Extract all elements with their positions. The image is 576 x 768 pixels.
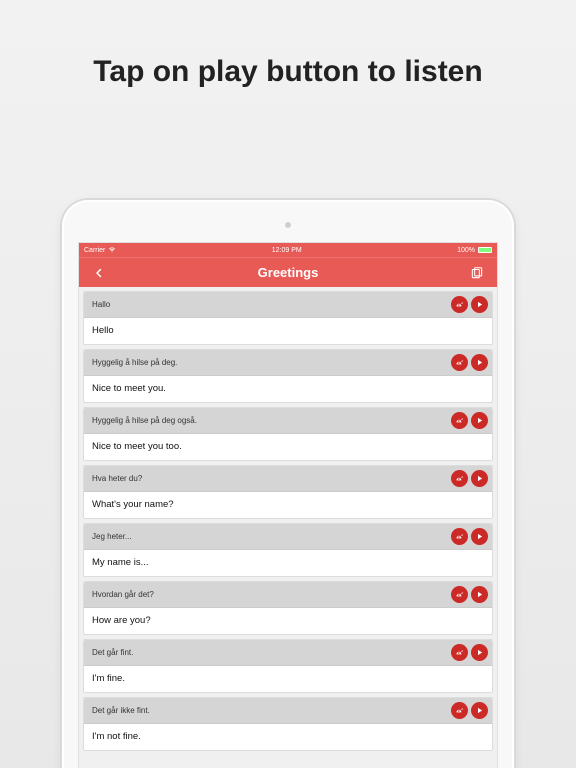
slow-play-button[interactable] xyxy=(451,528,468,545)
snail-icon xyxy=(455,300,464,309)
phrase-source-text: Hallo xyxy=(92,300,110,309)
phrase-card: Det går ikke fint. I'm not fine. xyxy=(83,697,493,751)
phrase-source-text: Det går ikke fint. xyxy=(92,706,150,715)
phrase-source-row: Hva heter du? xyxy=(84,466,492,492)
phrase-actions xyxy=(451,644,488,661)
play-icon xyxy=(475,474,484,483)
play-button[interactable] xyxy=(471,528,488,545)
phrase-actions xyxy=(451,354,488,371)
phrase-source-row: Hvordan går det? xyxy=(84,582,492,608)
phrase-translation-text: My name is... xyxy=(84,550,492,576)
play-icon xyxy=(475,590,484,599)
play-button[interactable] xyxy=(471,644,488,661)
phrase-actions xyxy=(451,702,488,719)
phrase-source-row: Det går fint. xyxy=(84,640,492,666)
tablet-screen: Carrier 12:09 PM 100% xyxy=(78,242,498,768)
phrase-actions xyxy=(451,412,488,429)
phrase-source-row: Hyggelig å hilse på deg også. xyxy=(84,408,492,434)
phrase-translation-text: I'm fine. xyxy=(84,666,492,692)
phrase-translation-text: Hello xyxy=(84,318,492,344)
play-icon xyxy=(475,358,484,367)
slow-play-button[interactable] xyxy=(451,470,468,487)
slow-play-button[interactable] xyxy=(451,354,468,371)
phrase-card: Hvordan går det? How are you? xyxy=(83,581,493,635)
phrase-source-text: Hva heter du? xyxy=(92,474,142,483)
phrase-source-row: Hallo xyxy=(84,292,492,318)
status-bar-right: 100% xyxy=(457,247,492,254)
play-icon xyxy=(475,532,484,541)
snail-icon xyxy=(455,648,464,657)
battery-icon xyxy=(478,247,492,253)
status-bar-time: 12:09 PM xyxy=(272,247,302,254)
wifi-icon xyxy=(108,246,116,254)
phrase-source-row: Hyggelig å hilse på deg. xyxy=(84,350,492,376)
phrase-card: Hyggelig å hilse på deg også. Ni xyxy=(83,407,493,461)
chevron-left-icon xyxy=(93,267,105,279)
slow-play-button[interactable] xyxy=(451,586,468,603)
tablet-device-frame: Carrier 12:09 PM 100% xyxy=(60,198,516,768)
phrase-actions xyxy=(451,296,488,313)
phrase-list[interactable]: Hallo Hello Hyggel xyxy=(79,287,497,768)
status-bar-left: Carrier xyxy=(84,246,116,254)
play-button[interactable] xyxy=(471,412,488,429)
slow-play-button[interactable] xyxy=(451,296,468,313)
phrase-source-row: Jeg heter... xyxy=(84,524,492,550)
play-button[interactable] xyxy=(471,586,488,603)
play-button[interactable] xyxy=(471,354,488,371)
phrase-source-text: Hyggelig å hilse på deg også. xyxy=(92,416,197,425)
snail-icon xyxy=(455,358,464,367)
phrase-translation-text: Nice to meet you too. xyxy=(84,434,492,460)
play-icon xyxy=(475,416,484,425)
phrase-card: Hva heter du? What's your name? xyxy=(83,465,493,519)
phrase-source-text: Hvordan går det? xyxy=(92,590,154,599)
phrase-source-text: Det går fint. xyxy=(92,648,133,657)
phrase-card: Hyggelig å hilse på deg. Nice to xyxy=(83,349,493,403)
slow-play-button[interactable] xyxy=(451,644,468,661)
phrase-translation-text: How are you? xyxy=(84,608,492,634)
carrier-label: Carrier xyxy=(84,247,105,254)
nav-right-button[interactable] xyxy=(467,263,487,283)
play-icon xyxy=(475,300,484,309)
snail-icon xyxy=(455,590,464,599)
nav-bar: Greetings xyxy=(79,257,497,287)
cards-icon xyxy=(470,266,484,280)
play-icon xyxy=(475,648,484,657)
snail-icon xyxy=(455,474,464,483)
play-button[interactable] xyxy=(471,702,488,719)
phrase-translation-text: Nice to meet you. xyxy=(84,376,492,402)
phrase-card: Jeg heter... My name is... xyxy=(83,523,493,577)
battery-percent-label: 100% xyxy=(457,247,475,254)
tablet-camera-dot xyxy=(285,222,291,228)
nav-title: Greetings xyxy=(258,265,319,280)
phrase-translation-text: I'm not fine. xyxy=(84,724,492,750)
tablet-device-inner: Carrier 12:09 PM 100% xyxy=(64,202,512,768)
play-button[interactable] xyxy=(471,470,488,487)
slow-play-button[interactable] xyxy=(451,412,468,429)
play-icon xyxy=(475,706,484,715)
phrase-card: Det går fint. I'm fine. xyxy=(83,639,493,693)
back-button[interactable] xyxy=(89,263,109,283)
page-headline: Tap on play button to listen xyxy=(0,55,576,89)
phrase-translation-text: What's your name? xyxy=(84,492,492,518)
play-button[interactable] xyxy=(471,296,488,313)
phrase-source-text: Hyggelig å hilse på deg. xyxy=(92,358,177,367)
snail-icon xyxy=(455,416,464,425)
slow-play-button[interactable] xyxy=(451,702,468,719)
snail-icon xyxy=(455,706,464,715)
phrase-source-text: Jeg heter... xyxy=(92,532,132,541)
phrase-card: Hallo Hello xyxy=(83,291,493,345)
phrase-actions xyxy=(451,586,488,603)
phrase-actions xyxy=(451,470,488,487)
phrase-source-row: Det går ikke fint. xyxy=(84,698,492,724)
phrase-actions xyxy=(451,528,488,545)
snail-icon xyxy=(455,532,464,541)
status-bar: Carrier 12:09 PM 100% xyxy=(79,243,497,257)
